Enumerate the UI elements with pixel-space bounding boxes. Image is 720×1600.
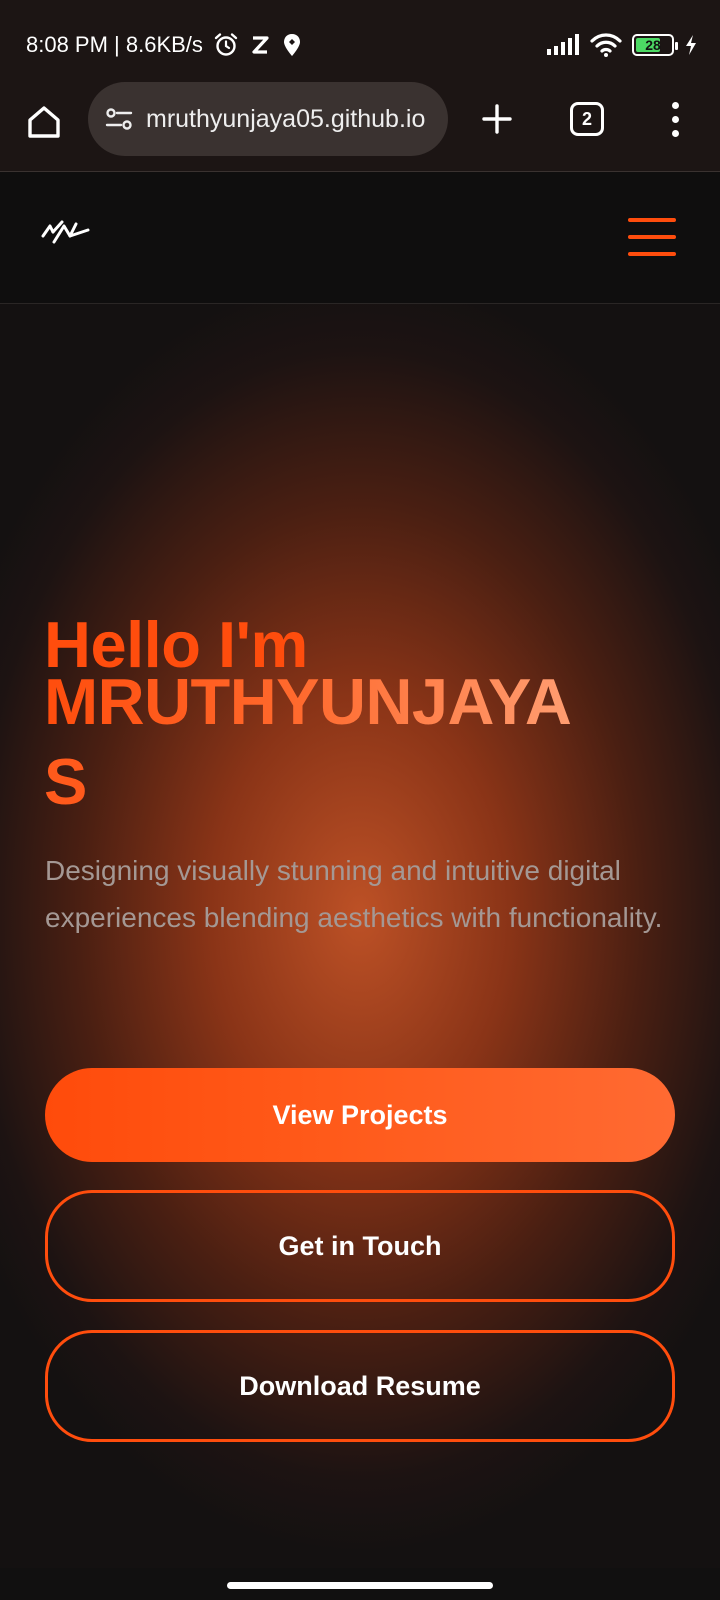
address-bar[interactable]: mruthyunjaya05.github.io xyxy=(88,82,448,156)
site-navbar xyxy=(0,172,720,304)
status-bar: 8:08 PM | 8.6KB/s 28 xyxy=(0,0,720,82)
status-time-speed: 8:08 PM | 8.6KB/s xyxy=(26,32,203,57)
download-resume-button[interactable]: Download Resume xyxy=(45,1330,675,1442)
logo-icon[interactable] xyxy=(40,216,92,250)
charging-icon xyxy=(686,35,696,55)
download-resume-label: Download Resume xyxy=(239,1370,481,1401)
hero-name-initial: S xyxy=(44,745,87,818)
alarm-icon xyxy=(214,33,238,56)
url-text[interactable]: mruthyunjaya05.github.io xyxy=(146,105,448,134)
status-left: 8:08 PM | 8.6KB/s xyxy=(26,30,303,60)
signal-icon xyxy=(547,34,579,55)
hamburger-menu-icon[interactable] xyxy=(628,218,676,256)
battery-icon: 28 xyxy=(632,34,678,56)
tab-count: 2 xyxy=(581,108,592,129)
z-app-icon xyxy=(252,36,269,54)
home-button[interactable] xyxy=(22,100,66,144)
location-app-icon xyxy=(283,34,300,56)
get-in-touch-button[interactable]: Get in Touch xyxy=(45,1190,675,1302)
home-indicator[interactable] xyxy=(227,1582,493,1589)
home-icon xyxy=(28,106,60,138)
tab-switcher-button[interactable]: 2 xyxy=(570,102,604,136)
new-tab-button[interactable] xyxy=(474,96,520,142)
view-projects-label: View Projects xyxy=(272,1099,448,1130)
hero-section: Hello I'm MRUTHYUNJAYA S Designing visua… xyxy=(0,304,720,1568)
site-settings-icon[interactable] xyxy=(104,104,134,134)
kebab-menu-icon xyxy=(671,101,679,109)
battery-level: 28 xyxy=(645,37,661,53)
gesture-bar xyxy=(0,1568,720,1600)
get-in-touch-label: Get in Touch xyxy=(278,1230,442,1261)
browser-toolbar: mruthyunjaya05.github.io 2 xyxy=(0,82,720,172)
status-right: 28 xyxy=(546,30,698,60)
plus-icon xyxy=(482,104,512,134)
view-projects-button[interactable]: View Projects xyxy=(45,1068,675,1162)
browser-menu-button[interactable] xyxy=(660,96,690,142)
hero-title: Hello I'm MRUTHYUNJAYA S xyxy=(44,612,684,818)
wifi-icon xyxy=(590,33,622,57)
hero-name: MRUTHYUNJAYA xyxy=(44,669,684,734)
hero-description: Designing visually stunning and intuitiv… xyxy=(45,855,663,933)
